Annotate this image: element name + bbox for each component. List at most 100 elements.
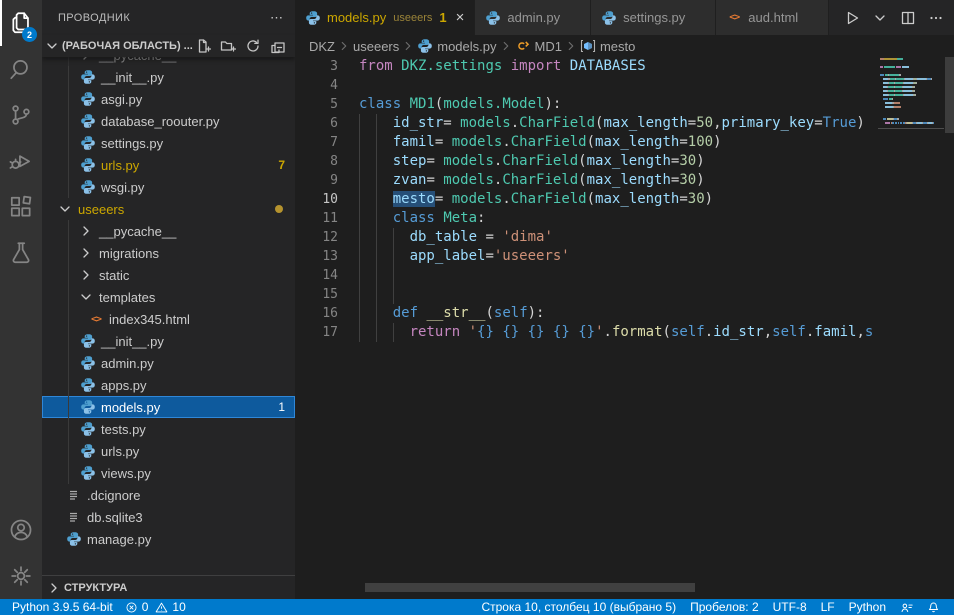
status-eol[interactable]: LF — [815, 599, 841, 615]
tree-item-label: apps.py — [101, 378, 147, 393]
outline-label: СТРУКТУРА — [64, 582, 127, 594]
activity-bar-item-manage[interactable] — [0, 553, 42, 599]
tree-item-views.py[interactable]: views.py — [42, 462, 295, 484]
activity-bar-item-extensions[interactable] — [0, 184, 42, 230]
tree-indent-guide — [68, 220, 69, 242]
split-editor-button[interactable] — [896, 6, 920, 30]
code-line-16: 16 def __str__(self): — [295, 304, 878, 323]
horizontal-scrollbar[interactable] — [365, 583, 695, 592]
more-icon — [928, 10, 944, 26]
collapse-all-button[interactable] — [269, 37, 287, 55]
run-button[interactable] — [840, 6, 864, 30]
tree-item-urls.py[interactable]: urls.py — [42, 440, 295, 462]
tree-item-useeers[interactable]: useeers — [42, 198, 295, 220]
tree-item-label: tests.py — [101, 422, 146, 437]
tree-item-manage.py[interactable]: manage.py — [42, 528, 295, 550]
run-dropdown[interactable] — [868, 6, 892, 30]
tree-item-models.py[interactable]: models.py1 — [42, 396, 295, 418]
chevron-down-icon — [57, 201, 73, 217]
tab-admin.py[interactable]: admin.py — [475, 0, 591, 35]
activity-bar-item-search[interactable] — [0, 46, 42, 92]
tree-item-label: static — [99, 268, 129, 283]
status-encoding[interactable]: UTF-8 — [767, 599, 813, 615]
tree-item-database_roouter.py[interactable]: database_roouter.py — [42, 110, 295, 132]
code-editor[interactable]: 3from DKZ.settings import DATABASES45cla… — [295, 57, 954, 599]
activity-bar: 2 — [0, 0, 42, 599]
indent-guide — [376, 266, 377, 285]
tab-models.py[interactable]: models.pyuseeers1× — [295, 0, 475, 35]
breadcrumb-item-mesto[interactable]: mesto — [580, 38, 635, 54]
more-actions-button[interactable] — [924, 6, 948, 30]
tree-item-static[interactable]: static — [42, 264, 295, 286]
tree-item-label: urls.py — [101, 158, 139, 173]
status-problems[interactable]: 010 — [119, 599, 192, 615]
tree-item-__init__.py[interactable]: __init__.py — [42, 330, 295, 352]
python-file-icon — [80, 157, 96, 173]
run-and-debug-icon — [8, 148, 34, 174]
tree-item-__pycache__[interactable]: __pycache__ — [42, 57, 295, 66]
status-language-mode[interactable]: Python — [843, 599, 892, 615]
error-icon — [125, 601, 138, 614]
python-file-icon — [601, 10, 617, 26]
indent-guide — [376, 285, 377, 304]
tree-item-wsgi.py[interactable]: wsgi.py — [42, 176, 295, 198]
minimap-line — [880, 58, 903, 60]
testing-icon — [8, 240, 34, 266]
breadcrumb-item-useeers[interactable]: useeers — [353, 39, 399, 54]
tab-problems-badge: 1 — [439, 10, 446, 25]
activity-bar-item-run-and-debug[interactable] — [0, 138, 42, 184]
breadcrumb: DKZ useeers models.py MD1 mesto — [295, 35, 954, 57]
code-line-14: 14 — [295, 266, 878, 285]
code-text: def __str__(self): — [359, 304, 544, 323]
status-bar-left: Python 3.9.5 64-bit010 — [0, 599, 192, 615]
activity-bar-item-explorer[interactable]: 2 — [0, 0, 42, 46]
sidebar-more-actions-button[interactable]: ⋯ — [270, 10, 283, 26]
activity-bar-item-testing[interactable] — [0, 230, 42, 276]
symbol-class-icon — [515, 38, 531, 54]
indent-guide — [393, 266, 394, 285]
minimap-line — [880, 118, 899, 120]
breadcrumb-item-DKZ[interactable]: DKZ — [309, 39, 335, 54]
new-folder-button[interactable] — [219, 37, 237, 55]
filelist-file-icon — [66, 487, 82, 503]
status-cursor-position[interactable]: Строка 10, столбец 10 (выбрано 5) — [475, 599, 682, 615]
line-number: 4 — [295, 76, 338, 95]
tree-item-templates[interactable]: templates — [42, 286, 295, 308]
tree-item-asgi.py[interactable]: asgi.py — [42, 88, 295, 110]
tree-item-urls.py[interactable]: urls.py7 — [42, 154, 295, 176]
tree-item-__init__.py[interactable]: __init__.py — [42, 66, 295, 88]
tree-indent-guide — [68, 374, 69, 396]
tree-item-migrations[interactable]: migrations — [42, 242, 295, 264]
close-icon[interactable]: × — [456, 10, 465, 25]
vertical-scrollbar[interactable] — [945, 57, 954, 133]
activity-bar-item-source-control[interactable] — [0, 92, 42, 138]
tab-aud.html[interactable]: <>aud.html — [716, 0, 829, 35]
status-python-version[interactable]: Python 3.9.5 64-bit — [6, 599, 119, 615]
breadcrumb-item-MD1[interactable]: MD1 — [515, 38, 562, 54]
tree-item-db.sqlite3[interactable]: db.sqlite3 — [42, 506, 295, 528]
tab-settings.py[interactable]: settings.py — [591, 0, 716, 35]
tree-item-tests.py[interactable]: tests.py — [42, 418, 295, 440]
tree-indent-guide — [68, 110, 69, 132]
tab-label: aud.html — [748, 10, 798, 25]
tree-item-.dcignore[interactable]: .dcignore — [42, 484, 295, 506]
refresh-button[interactable] — [244, 37, 262, 55]
new-file-button[interactable] — [194, 37, 212, 55]
tree-item-apps.py[interactable]: apps.py — [42, 374, 295, 396]
explorer-sidebar: ПРОВОДНИК ⋯ (РАБОЧАЯ ОБЛАСТЬ) ... __pyca… — [42, 0, 295, 599]
status-feedback[interactable] — [894, 599, 919, 615]
status-indentation[interactable]: Пробелов: 2 — [684, 599, 765, 615]
status-notifications[interactable] — [921, 599, 946, 615]
tree-item-__pycache__[interactable]: __pycache__ — [42, 220, 295, 242]
tree-item-label: admin.py — [101, 356, 154, 371]
python-file-icon — [66, 531, 82, 547]
tree-item-index345.html[interactable]: <>index345.html — [42, 308, 295, 330]
tree-indent-guide — [68, 330, 69, 352]
tree-item-admin.py[interactable]: admin.py — [42, 352, 295, 374]
tree-item-settings.py[interactable]: settings.py — [42, 132, 295, 154]
activity-bar-item-accounts[interactable] — [0, 507, 42, 553]
workspace-section-header[interactable]: (РАБОЧАЯ ОБЛАСТЬ) ... — [42, 35, 295, 57]
breadcrumb-item-models.py[interactable]: models.py — [417, 38, 496, 54]
minimap[interactable] — [878, 57, 944, 599]
outline-section-header[interactable]: СТРУКТУРА — [42, 575, 295, 599]
